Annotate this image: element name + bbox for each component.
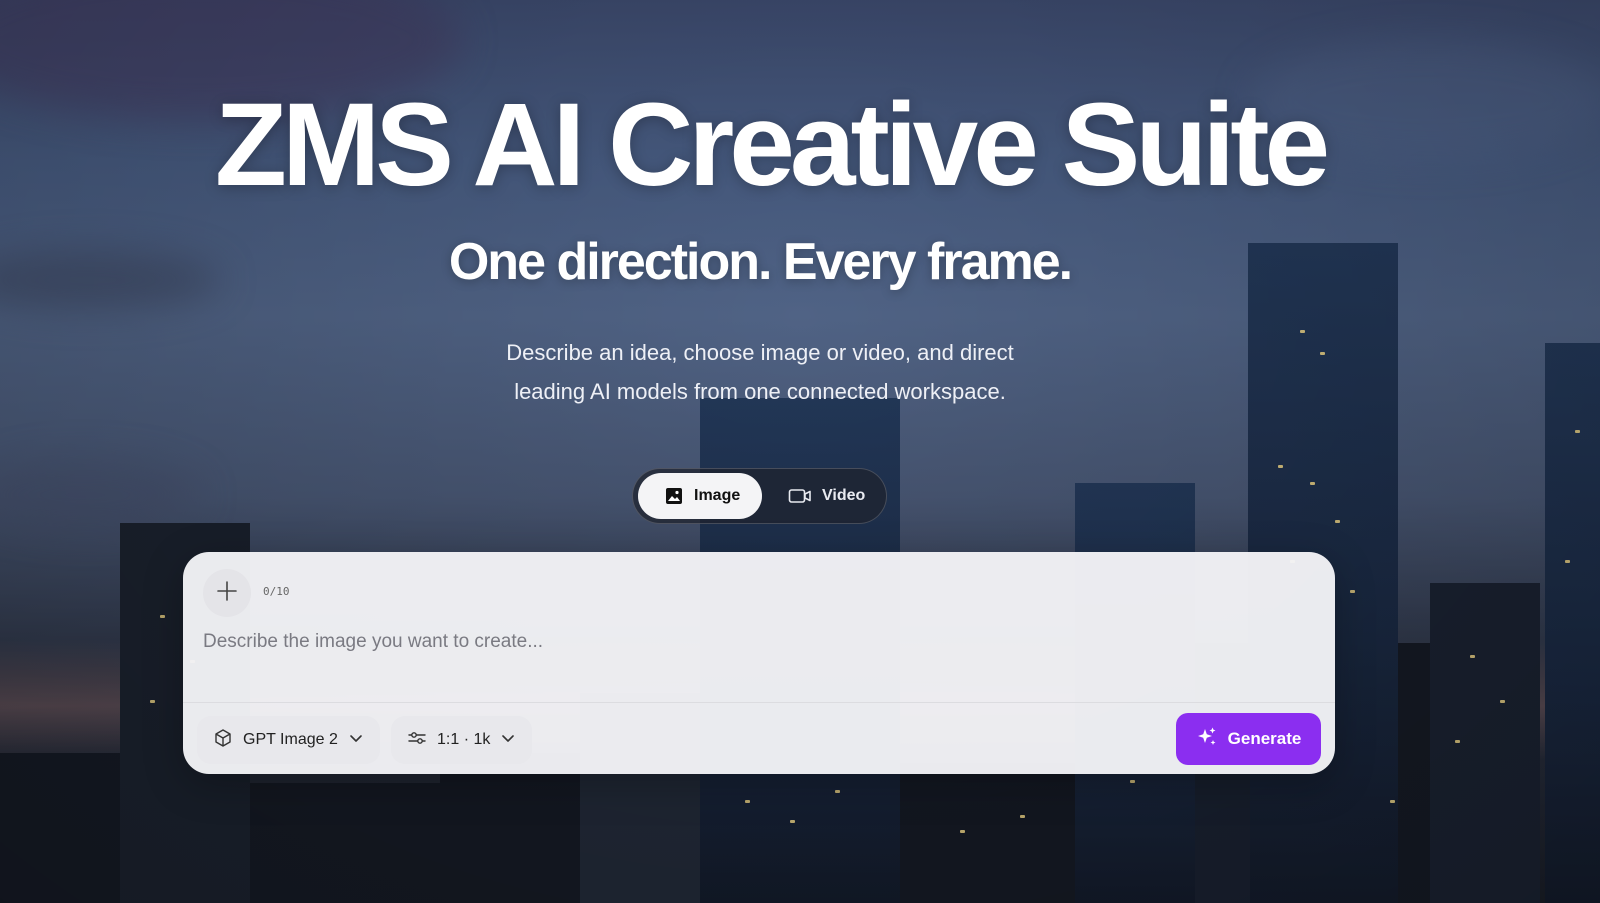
add-attachment-button[interactable]	[203, 569, 251, 617]
cube-icon	[213, 728, 233, 753]
video-camera-icon	[788, 487, 812, 505]
generate-button[interactable]: Generate	[1176, 713, 1321, 765]
composer-divider	[183, 702, 1335, 703]
image-icon	[664, 486, 684, 506]
tab-video-label: Video	[822, 487, 866, 504]
generate-label: Generate	[1227, 729, 1302, 748]
chevron-down-icon	[348, 730, 364, 751]
page-title: ZMS AI Creative Suite	[214, 79, 1330, 211]
prompt-input[interactable]	[203, 622, 1313, 662]
attachment-counter: 0/10	[263, 585, 290, 598]
page-description: Describe an idea, choose image or video,…	[0, 333, 1520, 411]
tab-image[interactable]: Image	[638, 473, 762, 519]
description-line-2: leading AI models from one connected wor…	[514, 379, 1006, 404]
tab-image-label: Image	[694, 487, 741, 504]
sliders-icon	[407, 728, 427, 753]
prompt-composer: 0/10 GPT Image 2 1:1 · 1k Generate	[183, 552, 1335, 774]
model-label: GPT Image 2	[243, 731, 338, 748]
model-selector[interactable]: GPT Image 2	[197, 716, 380, 764]
chevron-down-icon	[500, 730, 516, 751]
mode-switch: Image Video	[632, 468, 887, 524]
tab-video[interactable]: Video	[762, 473, 865, 519]
settings-label: 1:1 · 1k	[437, 731, 491, 748]
plus-icon	[215, 579, 239, 608]
output-settings-selector[interactable]: 1:1 · 1k	[391, 716, 533, 764]
page-subtitle: One direction. Every frame.	[448, 233, 1073, 291]
sparkles-icon	[1196, 726, 1218, 753]
description-line-1: Describe an idea, choose image or video,…	[506, 340, 1014, 365]
